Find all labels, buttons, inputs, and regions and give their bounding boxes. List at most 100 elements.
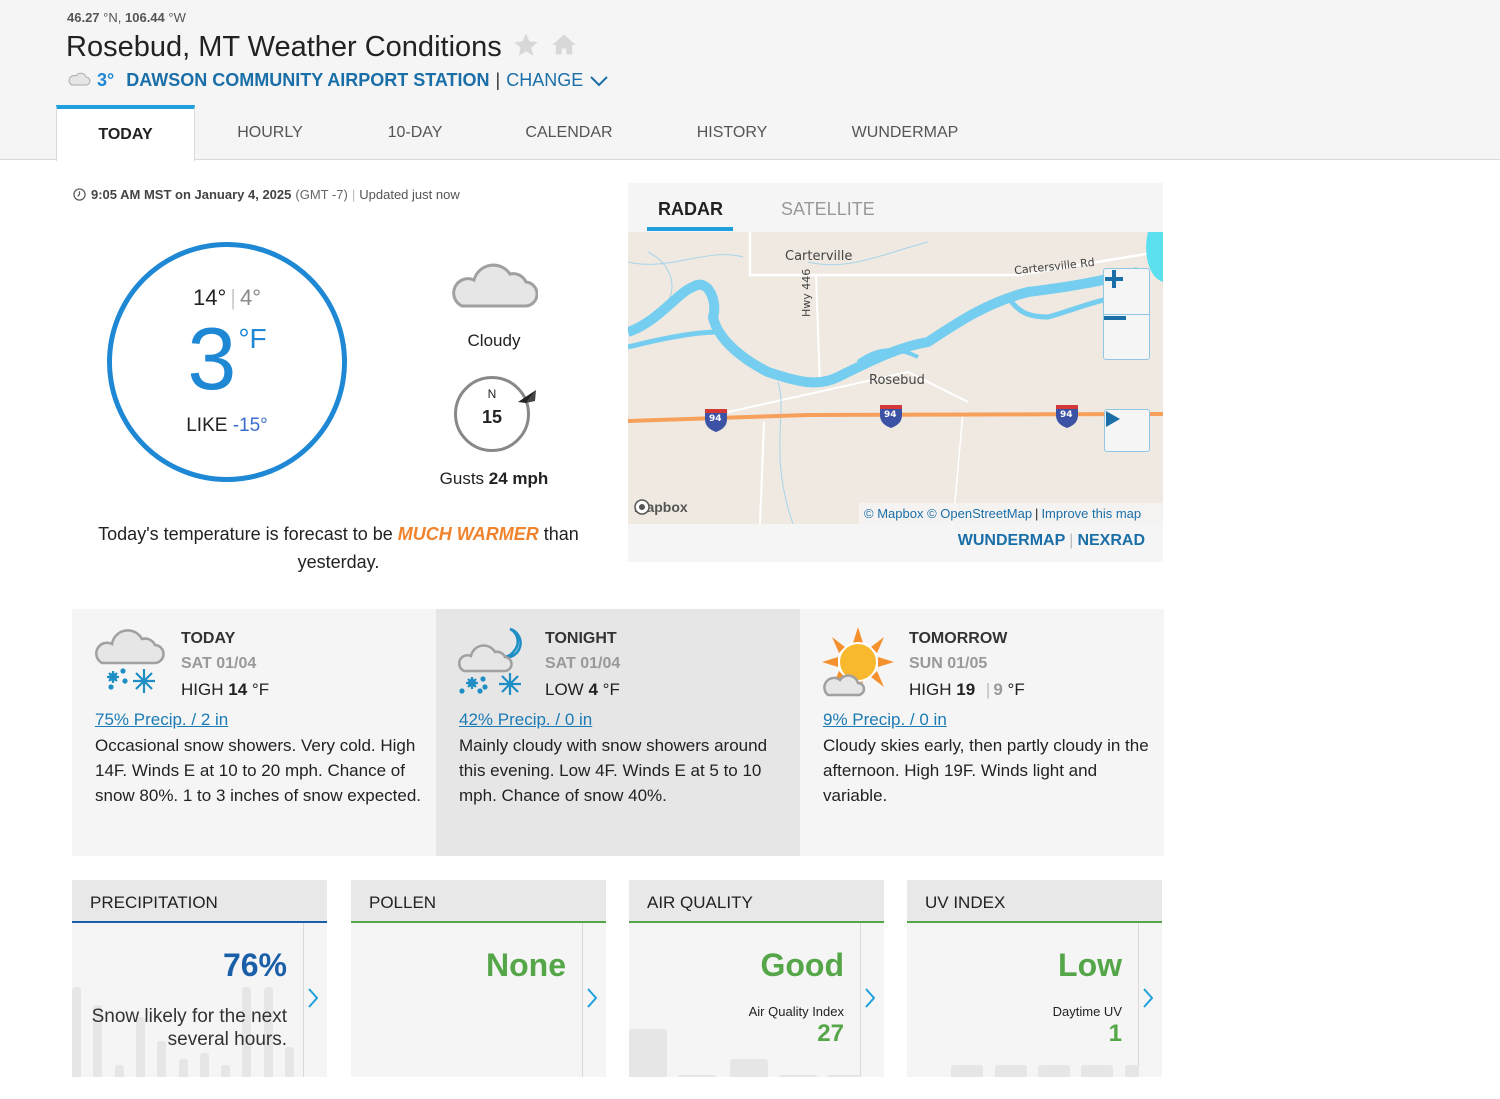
play-animation-button[interactable] (1104, 409, 1150, 452)
tab-history[interactable]: HISTORY (653, 105, 811, 160)
precip-link[interactable]: 9% Precip. / 0 in (823, 710, 947, 730)
page-header: 46.27 °N, 106.44 °W Rosebud, MT Weather … (0, 0, 1500, 161)
forecast-date: SAT 01/04 (181, 655, 257, 672)
station-temperature: 3° (97, 70, 115, 90)
current-temperature-circle: 14° | 4° 3°F LIKE -15° (107, 242, 347, 482)
tab-10-day[interactable]: 10-DAY (345, 105, 485, 160)
night-cloud-snow-icon (457, 627, 533, 702)
observation-time: 9:05 AM MST on January 4, 2025 (91, 187, 292, 202)
station-name-link[interactable]: DAWSON COMMUNITY AIRPORT STATION (126, 70, 489, 91)
separator: | (230, 285, 236, 310)
mapbox-icon (634, 499, 650, 515)
zoom-controls (1103, 268, 1150, 360)
change-station-button[interactable]: CHANGE (506, 70, 609, 91)
module-title: UV INDEX (907, 880, 1162, 923)
zoom-in-button[interactable] (1104, 269, 1149, 315)
tab-satellite[interactable]: SATELLITE (781, 199, 875, 220)
partly-cloudy-icon (822, 627, 897, 704)
tab-calendar[interactable]: CALENDAR (485, 105, 653, 160)
chevron-right-icon[interactable] (865, 988, 876, 1013)
precip-link[interactable]: 75% Precip. / 2 in (95, 710, 228, 730)
temp-value: 19 (956, 680, 976, 699)
forecast-title: TODAY (181, 630, 236, 647)
pollen-module[interactable]: POLLEN None (351, 880, 606, 1077)
tab-wundermap[interactable]: WUNDERMAP (811, 105, 999, 160)
cloud-icon (450, 258, 539, 315)
longitude: 106.44 (125, 10, 165, 25)
temp-label: LOW (545, 680, 584, 699)
coordinates: 46.27 °N, 106.44 °W (67, 10, 186, 25)
temp-unit: °F (251, 680, 270, 699)
uv-bar (1081, 1065, 1113, 1077)
uv-bar (951, 1065, 983, 1077)
separator: | (1035, 506, 1039, 521)
tab-radar[interactable]: RADAR (658, 199, 723, 220)
temp-value: 4 (588, 680, 598, 699)
forecast-description: Mainly cloudy with snow showers around t… (459, 736, 768, 805)
forecast-card-today: TODAY SAT 01/04 HIGH 14 °F 75% Precip. /… (72, 609, 436, 856)
gusts-label: Gusts (439, 469, 485, 488)
page-title: Rosebud, MT Weather Conditions (66, 31, 502, 63)
precipitation-module[interactable]: PRECIPITATION 76% Snow likely for the ne… (72, 880, 327, 1077)
wundermap-link[interactable]: WUNDERMAP (958, 532, 1066, 550)
precip-link[interactable]: 42% Precip. / 0 in (459, 710, 592, 730)
precip-bar (199, 1053, 209, 1077)
updated-status: Updated just now (359, 187, 460, 202)
tab-today[interactable]: TODAY (56, 105, 195, 161)
active-tab-indicator (647, 227, 733, 231)
temp-value: 14 (228, 680, 248, 699)
nexrad-link[interactable]: NEXRAD (1077, 532, 1145, 550)
aqi-value: 27 (817, 1020, 844, 1047)
chevron-right-icon[interactable] (1143, 988, 1154, 1013)
map-canvas[interactable]: Carterville Cartersville Rd Hwy 446 Rose… (628, 232, 1163, 524)
aqi-bar (629, 1029, 667, 1077)
osm-attribution-link[interactable]: © OpenStreetMap (927, 506, 1032, 521)
map-attribution: © Mapbox © OpenStreetMap | Improve this … (859, 503, 1163, 524)
map-label-carterville: Carterville (785, 249, 853, 264)
home-icon[interactable] (550, 31, 578, 64)
mapbox-logo[interactable]: mapbox (634, 499, 688, 515)
temp-unit: °F (1007, 680, 1025, 699)
forecast-date: SUN 01/05 (909, 655, 988, 672)
favorite-star-icon[interactable] (512, 31, 540, 64)
interstate-number: 94 (884, 410, 897, 420)
zoom-out-button[interactable] (1104, 315, 1149, 361)
forecast-title: TONIGHT (545, 630, 617, 647)
current-temp: 3°F (112, 315, 342, 403)
longitude-unit: °W (168, 10, 186, 25)
interstate-number: 94 (709, 414, 722, 424)
module-body: Good Air Quality Index 27 (629, 923, 861, 1077)
gusts-value: 24 mph (488, 469, 549, 488)
uv-value: 1 (1108, 1020, 1122, 1047)
separator: | (1069, 532, 1074, 549)
improve-map-link[interactable]: Improve this map (1041, 506, 1141, 521)
forecast-temp: HIGH 19 | 9 °F (909, 680, 1025, 700)
mapbox-attribution-link[interactable]: © Mapbox (864, 506, 923, 521)
forecast-date: SAT 01/04 (545, 655, 621, 672)
play-icon (1106, 411, 1120, 427)
plus-icon (1105, 270, 1123, 288)
chevron-right-icon[interactable] (308, 988, 319, 1013)
note-highlight: MUCH WARMER (397, 524, 539, 544)
precip-bar (285, 1047, 294, 1077)
map-links: WUNDERMAP | NEXRAD (958, 532, 1145, 550)
temp-label: HIGH (909, 680, 952, 699)
forecast-temp: LOW 4 °F (545, 680, 620, 700)
chevron-down-icon (590, 75, 608, 86)
temp-unit: °F (238, 323, 267, 354)
timezone: (GMT -7) (295, 187, 348, 202)
low-temp-value: 9 (993, 680, 1003, 699)
uv-index-module[interactable]: UV INDEX Low Daytime UV 1 (907, 880, 1162, 1077)
module-body: None (351, 923, 583, 1077)
tab-hourly[interactable]: HOURLY (195, 105, 345, 160)
feels-like-label: LIKE (186, 415, 228, 436)
module-body: 76% Snow likely for the next several hou… (72, 923, 304, 1077)
wind-gusts: Gusts 24 mph (424, 469, 564, 489)
air-quality-module[interactable]: AIR QUALITY Good Air Quality Index 27 (629, 880, 884, 1077)
latitude: 46.27 (67, 10, 100, 25)
uv-rating: Low (1058, 947, 1122, 983)
high-low: 14° | 4° (112, 285, 342, 311)
chevron-right-icon[interactable] (587, 988, 598, 1013)
latitude-unit: °N, (103, 10, 122, 25)
nav-tabs: TODAY HOURLY 10-DAY CALENDAR HISTORY WUN… (56, 105, 999, 161)
